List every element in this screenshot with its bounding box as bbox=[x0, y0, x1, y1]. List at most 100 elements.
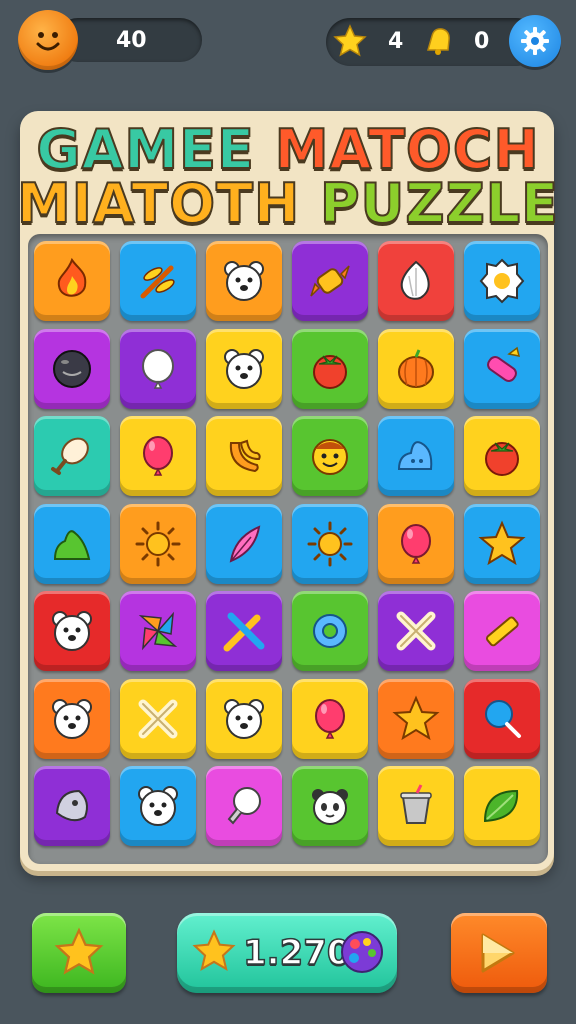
board-tile[interactable] bbox=[206, 678, 282, 759]
player-avatar[interactable] bbox=[18, 10, 78, 70]
board-tile[interactable] bbox=[34, 766, 110, 846]
bear-face-icon bbox=[224, 261, 264, 301]
board-tile[interactable] bbox=[120, 678, 196, 759]
board-tile[interactable] bbox=[464, 591, 540, 671]
pumpkin-icon bbox=[398, 348, 434, 388]
board-tile[interactable] bbox=[206, 503, 282, 584]
dragonfly-icon bbox=[140, 265, 175, 299]
pencil-icon bbox=[485, 616, 519, 647]
stars-count: 4 bbox=[388, 29, 404, 54]
settings-button[interactable] bbox=[509, 15, 561, 67]
board-tile[interactable] bbox=[292, 416, 368, 496]
board-tile[interactable] bbox=[206, 416, 282, 496]
leaf-icon bbox=[483, 789, 519, 823]
black-ball-icon bbox=[53, 349, 91, 388]
title-line-2: MIATOTH PUZZLE bbox=[0, 172, 576, 235]
star-icon bbox=[333, 24, 367, 57]
board-tile[interactable] bbox=[378, 678, 454, 759]
board-tile[interactable] bbox=[206, 328, 282, 409]
board-tile[interactable] bbox=[464, 503, 540, 584]
total-score-button[interactable]: 1.270 bbox=[177, 913, 397, 993]
star-button[interactable] bbox=[32, 913, 126, 993]
panda-icon bbox=[312, 789, 348, 825]
balloon-icon bbox=[401, 523, 431, 564]
bells-count: 0 bbox=[474, 29, 490, 54]
board-tile[interactable] bbox=[120, 416, 196, 496]
board-tile[interactable] bbox=[378, 416, 454, 496]
blob-icon bbox=[397, 441, 433, 470]
board-tile[interactable] bbox=[34, 416, 110, 496]
board-tile[interactable] bbox=[464, 678, 540, 759]
board-tile[interactable] bbox=[292, 766, 368, 846]
sun-icon bbox=[135, 521, 181, 566]
banana-icon bbox=[229, 439, 261, 473]
board-tile[interactable] bbox=[120, 241, 196, 321]
board-tile[interactable] bbox=[464, 766, 540, 846]
star-icon bbox=[54, 927, 104, 975]
board-tile[interactable] bbox=[378, 503, 454, 584]
palette-icon bbox=[341, 931, 383, 973]
bulb-icon bbox=[227, 787, 261, 825]
board-tile[interactable] bbox=[464, 416, 540, 496]
star-icon bbox=[392, 694, 440, 740]
board-tile[interactable] bbox=[292, 591, 368, 671]
board-tile[interactable] bbox=[120, 328, 196, 409]
board-tile[interactable] bbox=[120, 503, 196, 584]
board-tile[interactable] bbox=[378, 591, 454, 671]
tile-grid bbox=[28, 234, 548, 864]
bear-face-icon bbox=[224, 698, 264, 739]
lollipop-icon bbox=[485, 699, 521, 738]
board-tile[interactable] bbox=[206, 591, 282, 671]
tomato-icon bbox=[485, 442, 519, 476]
drumstick-icon bbox=[51, 437, 89, 475]
board-tile[interactable] bbox=[34, 678, 110, 759]
board-tile[interactable] bbox=[292, 328, 368, 409]
board-tile[interactable] bbox=[464, 241, 540, 321]
bear-face-icon bbox=[52, 611, 92, 651]
score-value: 40 bbox=[116, 28, 147, 53]
cup-icon bbox=[400, 784, 432, 824]
white-balloon-icon bbox=[142, 348, 174, 389]
board-tile[interactable] bbox=[292, 503, 368, 584]
crayon-icon bbox=[487, 346, 521, 382]
ring-icon bbox=[313, 614, 347, 648]
fire-icon bbox=[57, 257, 87, 297]
pinwheel-icon bbox=[138, 611, 178, 651]
bear-face-icon bbox=[52, 698, 92, 739]
slime-icon bbox=[53, 529, 91, 560]
board-tile[interactable] bbox=[206, 241, 282, 321]
bear-face-icon bbox=[224, 348, 264, 389]
board-tile[interactable] bbox=[378, 241, 454, 321]
bear-face-icon bbox=[138, 786, 178, 826]
smiley-icon bbox=[36, 32, 60, 51]
cross-icon bbox=[138, 699, 178, 738]
board-tile[interactable] bbox=[464, 328, 540, 409]
board-tile[interactable] bbox=[378, 328, 454, 409]
gear-icon bbox=[521, 27, 549, 55]
garlic-icon bbox=[400, 260, 430, 300]
title-word: MIATOTH bbox=[16, 172, 301, 235]
board-tile[interactable] bbox=[34, 241, 110, 321]
sun-icon bbox=[307, 521, 353, 566]
smiley-icon bbox=[312, 439, 348, 475]
board-tile[interactable] bbox=[120, 766, 196, 846]
board-tile[interactable] bbox=[34, 328, 110, 409]
board-tile[interactable] bbox=[120, 591, 196, 671]
star-icon bbox=[192, 929, 236, 971]
next-button[interactable] bbox=[451, 913, 547, 993]
total-score: 1.270 bbox=[242, 932, 351, 974]
board-tile[interactable] bbox=[34, 591, 110, 671]
shell-icon bbox=[55, 789, 88, 822]
board-tile[interactable] bbox=[34, 503, 110, 584]
title-line-1: GAMEE MATOCH bbox=[0, 119, 576, 181]
balloon-icon bbox=[315, 698, 345, 739]
arrow-right-icon bbox=[481, 933, 515, 973]
cross-icon bbox=[396, 611, 436, 651]
board-tile[interactable] bbox=[378, 766, 454, 846]
board-tile[interactable] bbox=[292, 678, 368, 759]
feather-icon bbox=[229, 524, 261, 563]
board-tile[interactable] bbox=[292, 241, 368, 321]
bell-icon bbox=[427, 28, 450, 55]
board-tile[interactable] bbox=[206, 766, 282, 846]
tomato-icon bbox=[313, 354, 347, 389]
